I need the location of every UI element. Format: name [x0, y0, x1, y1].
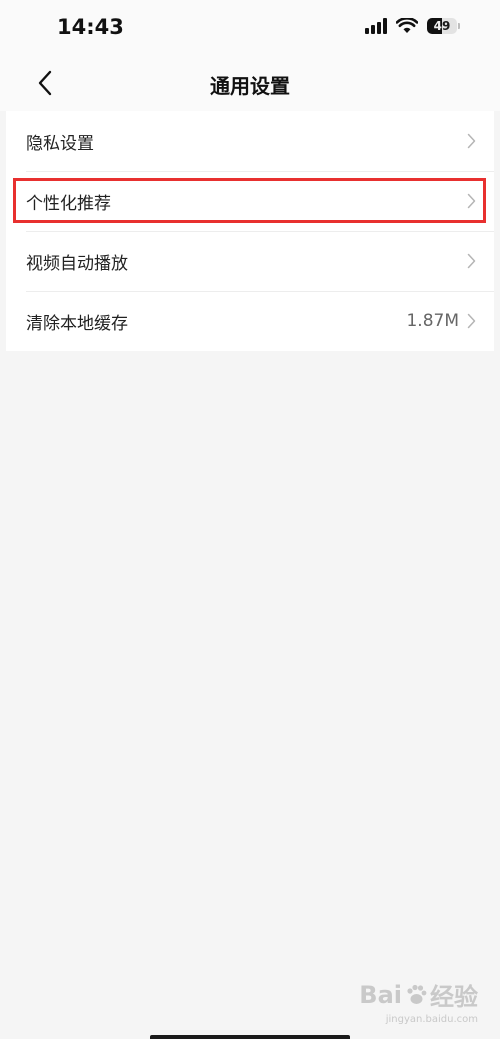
watermark-sub: jingyan.baidu.com — [385, 1014, 478, 1025]
settings-item-personalized-recommendation[interactable]: 个性化推荐 — [6, 171, 494, 231]
watermark: Bai 经验 jingyan.baidu.com — [359, 977, 478, 1026]
watermark-text-a: Bai — [359, 980, 402, 1009]
cache-size-value: 1.87M — [406, 311, 459, 331]
page-title: 通用设置 — [210, 74, 290, 98]
settings-item-clear-cache[interactable]: 清除本地缓存 1.87M — [6, 291, 494, 351]
paw-icon — [407, 984, 427, 1004]
settings-item-label: 个性化推荐 — [26, 193, 111, 214]
home-indicator — [150, 1035, 350, 1039]
settings-item-label: 隐私设置 — [26, 133, 94, 154]
nav-bar: 通用设置 — [0, 58, 500, 111]
top-area: 14:43 49 通用设置 — [0, 0, 500, 111]
cellular-signal-icon — [365, 18, 387, 34]
settings-item-label: 视频自动播放 — [26, 253, 128, 274]
chevron-right-icon — [467, 133, 476, 149]
settings-item-label: 清除本地缓存 — [26, 313, 128, 334]
settings-list: 隐私设置 个性化推荐 视频自动播放 清除本地缓存 1.87M — [6, 111, 494, 351]
status-icons: 49 — [365, 18, 460, 34]
chevron-right-icon — [467, 253, 476, 269]
battery-level: 49 — [433, 19, 451, 33]
battery-icon: 49 — [427, 18, 460, 34]
chevron-right-icon — [467, 313, 476, 329]
settings-item-video-autoplay[interactable]: 视频自动播放 — [6, 231, 494, 291]
chevron-right-icon — [467, 193, 476, 209]
watermark-text-b: 经验 — [430, 983, 478, 1011]
wifi-icon — [396, 18, 418, 34]
status-bar: 14:43 49 — [0, 0, 500, 58]
settings-item-privacy[interactable]: 隐私设置 — [6, 111, 494, 171]
status-time: 14:43 — [57, 15, 124, 39]
